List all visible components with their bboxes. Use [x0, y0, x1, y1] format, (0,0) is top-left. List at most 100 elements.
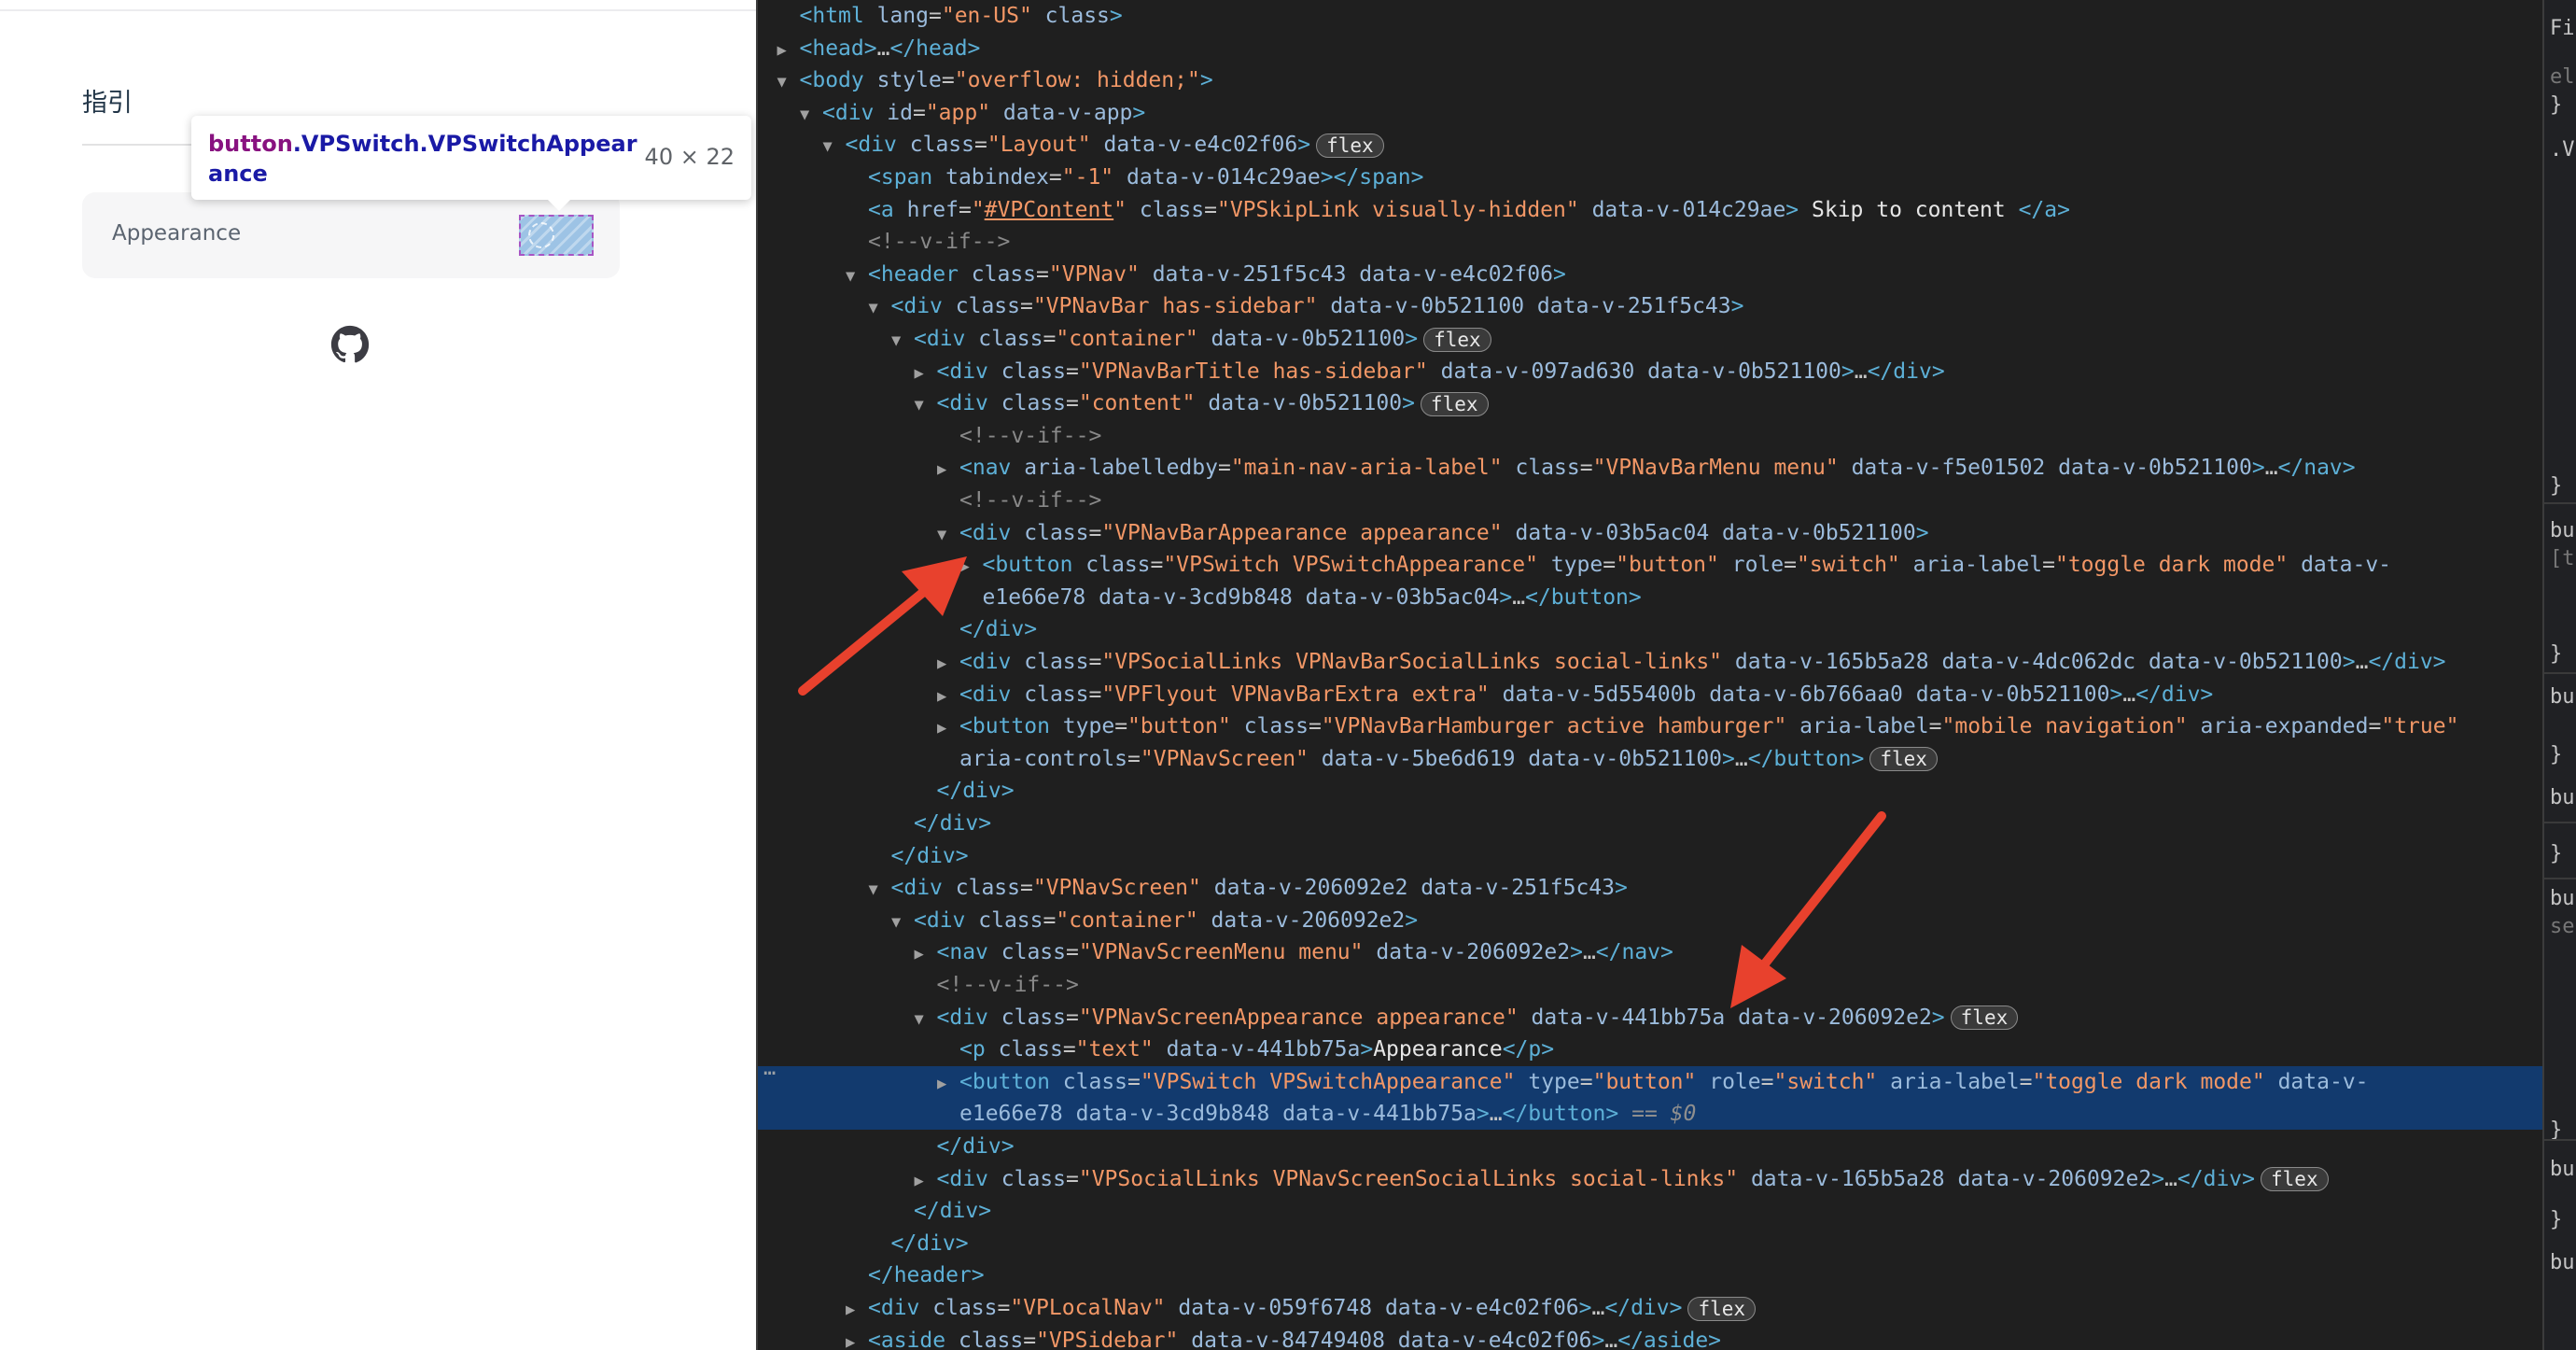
dom-node-markup: </div>: [959, 617, 1038, 642]
flex-badge[interactable]: flex: [2261, 1167, 2329, 1192]
dom-node-line[interactable]: </div>: [758, 1131, 1015, 1162]
dom-node-line[interactable]: ▼ <div class="VPNavScreen" data-v-206092e…: [758, 872, 1628, 904]
dom-node-line[interactable]: ▶ <div class="VPFlyout VPNavBarExtra extr…: [758, 679, 2213, 710]
styles-rule-fragment: bu: [2550, 519, 2575, 542]
dom-node-line-selected[interactable]: ▶ <button class="VPSwitch VPSwitchAppeara…: [758, 1065, 2542, 1100]
dom-node-line[interactable]: <span tabindex="-1" data-v-014c29ae></sp…: [758, 162, 1424, 193]
dom-node-line[interactable]: <a href="#VPContent" class="VPSkipLink v…: [758, 194, 2070, 226]
tooltip-selector: button.VPSwitch.VPSwitchAppearance: [208, 129, 647, 189]
dom-node-line[interactable]: ▶ <div class="VPSocialLinks VPNavScreenSo…: [758, 1163, 2329, 1195]
nav-top-border: [0, 9, 756, 11]
dom-node-markup: </header>: [868, 1263, 985, 1288]
dom-node-line[interactable]: </div>: [758, 775, 1015, 807]
dom-node-line[interactable]: aria-controls="VPNavScreen" data-v-5be6d…: [758, 743, 1938, 775]
flex-badge[interactable]: flex: [1687, 1296, 1757, 1321]
dom-node-line[interactable]: ▶ <div class="VPNavBarTitle has-sidebar" …: [758, 356, 1945, 387]
collapse-triangle-icon[interactable]: ▼: [915, 389, 937, 421]
expand-triangle-icon[interactable]: ▶: [937, 454, 959, 485]
dom-node-line[interactable]: <p class="text" data-v-441bb75a>Appearan…: [758, 1034, 1554, 1065]
dom-node-line[interactable]: ▶ <button class="VPSwitch VPSwitchAppeara…: [758, 549, 2392, 583]
expand-triangle-icon[interactable]: ▶: [937, 1068, 959, 1100]
collapse-triangle-icon[interactable]: ▼: [891, 907, 914, 938]
dom-node-line[interactable]: ▼ <div class="VPNavBar has-sidebar" data-…: [758, 290, 1744, 324]
styles-rule-fragment: bu: [2550, 1251, 2575, 1274]
dom-node-line[interactable]: ▼ <div class="VPNavScreenAppearance appea…: [758, 1002, 2019, 1035]
dom-node-line[interactable]: </header>: [758, 1259, 985, 1291]
dom-node-line[interactable]: ▶ <div class="VPSocialLinks VPNavBarSocia…: [758, 646, 2446, 678]
collapse-triangle-icon[interactable]: ▼: [777, 66, 800, 98]
dom-node-line[interactable]: <!--v-if-->: [758, 969, 1079, 1001]
collapse-triangle-icon[interactable]: ▼: [869, 874, 891, 906]
dom-node-line[interactable]: </div>: [758, 1228, 969, 1259]
node-options-icon[interactable]: …: [763, 1057, 776, 1080]
collapse-triangle-icon[interactable]: ▼: [891, 325, 914, 357]
dom-node-line-selected[interactable]: e1e66e78 data-v-3cd9b848 data-v-441bb75a…: [758, 1098, 2542, 1131]
flex-badge[interactable]: flex: [1316, 133, 1384, 158]
collapse-triangle-icon[interactable]: ▼: [800, 99, 822, 131]
dom-node-line[interactable]: ▼ <div class="VPNavBarAppearance appearan…: [758, 517, 1929, 549]
styles-rule-fragment: bu: [2550, 786, 2575, 809]
dom-node-line[interactable]: ▼ <div class="content" data-v-0b521100> fl…: [758, 387, 1489, 419]
dom-node-line[interactable]: ▼ <div id="app" data-v-app>: [758, 97, 1145, 129]
dom-node-line[interactable]: </div>: [758, 840, 969, 872]
expand-triangle-icon[interactable]: ▶: [846, 1294, 868, 1326]
expand-triangle-icon[interactable]: ▶: [915, 938, 937, 970]
appearance-switch-highlight[interactable]: [519, 215, 594, 256]
dom-node-markup: <button type="button" class="VPNavBarHam…: [959, 714, 2459, 739]
dom-node-line[interactable]: ▼ <header class="VPNav" data-v-251f5c43 d…: [758, 259, 1566, 290]
dom-node-line[interactable]: </div>: [758, 1195, 991, 1227]
dom-node-line[interactable]: ▶ <div class="VPLocalNav" data-v-059f6748…: [758, 1292, 1757, 1326]
dom-node-line[interactable]: <!--v-if-->: [758, 420, 1101, 452]
github-icon[interactable]: [330, 325, 370, 364]
dom-node-markup: <!--v-if-->: [959, 488, 1102, 513]
dom-node-markup: <body style="overflow: hidden;">: [799, 68, 1213, 93]
expand-triangle-icon[interactable]: ▶: [937, 712, 959, 744]
flex-badge[interactable]: flex: [1420, 391, 1489, 416]
dom-node-line[interactable]: e1e66e78 data-v-3cd9b848 data-v-03b5ac04…: [758, 582, 1642, 613]
dom-node-line[interactable]: ▶ <aside class="VPSidebar" data-v-8474940…: [758, 1325, 1721, 1350]
dom-node-line[interactable]: ▶ <nav class="VPNavScreenMenu menu" data-…: [758, 936, 1673, 968]
dom-node-line[interactable]: ▼ <div class="container" data-v-0b521100>…: [758, 323, 1491, 355]
dom-node-line[interactable]: <!--v-if-->: [758, 226, 1010, 258]
dom-node-line[interactable]: ▶ <button type="button" class="VPNavBarHa…: [758, 710, 2458, 742]
flex-badge[interactable]: flex: [1869, 747, 1938, 772]
dom-node-markup: </div>: [890, 843, 969, 868]
expand-triangle-icon[interactable]: ▶: [937, 648, 959, 680]
dom-node-markup: <p class="text" data-v-441bb75a>Appearan…: [959, 1037, 1555, 1062]
dom-node-markup: <div class="VPSocialLinks VPNavScreenSoc…: [936, 1166, 2256, 1191]
dom-node-line[interactable]: ▶ <nav aria-labelledby="main-nav-aria-lab…: [758, 452, 2356, 484]
dom-node-line[interactable]: ▶ <head>…</head>: [758, 33, 981, 66]
collapse-triangle-icon[interactable]: ▼: [915, 1004, 937, 1035]
styles-pane: Fi el} .V} bu [t} bu} bu} bu se} bu} bu: [2542, 0, 2576, 1350]
styles-rule-fragment: bu: [2550, 1158, 2575, 1181]
collapse-triangle-icon[interactable]: ▼: [937, 519, 959, 551]
expand-triangle-icon[interactable]: ▶: [915, 358, 937, 389]
nav-screen-menu-title[interactable]: 指引: [82, 82, 133, 119]
dom-node-line[interactable]: <!--v-if-->: [758, 485, 1101, 516]
dom-node-line[interactable]: ▼ <div class="Layout" data-v-e4c02f06> fle…: [758, 129, 1384, 161]
flex-badge[interactable]: flex: [1950, 1005, 2019, 1031]
flex-badge[interactable]: flex: [1423, 327, 1491, 352]
dom-node-line[interactable]: ▼ <body style="overflow: hidden;">: [758, 64, 1213, 96]
dom-node-line[interactable]: </div>: [758, 613, 1037, 645]
expand-triangle-icon[interactable]: ▶: [846, 1327, 868, 1350]
tooltip-size: 40 × 22: [644, 144, 735, 170]
styles-rule-fragment: [t: [2550, 547, 2575, 570]
expand-triangle-icon[interactable]: ▶: [915, 1165, 937, 1197]
dom-node-line[interactable]: <html lang="en-US" class>: [758, 0, 1123, 32]
collapse-triangle-icon[interactable]: ▼: [869, 292, 891, 324]
inspect-tooltip: button.VPSwitch.VPSwitchAppearance 40 × …: [191, 116, 751, 211]
expand-triangle-icon[interactable]: ▶: [937, 681, 959, 712]
dom-node-line[interactable]: ▼ <div class="container" data-v-206092e2>: [758, 905, 1418, 936]
expand-triangle-icon[interactable]: ▶: [960, 551, 983, 583]
collapse-triangle-icon[interactable]: ▼: [823, 131, 846, 162]
collapse-triangle-icon[interactable]: ▼: [846, 260, 868, 292]
dom-node-line[interactable]: </div>: [758, 808, 991, 839]
styles-rule-fragment: bu: [2550, 685, 2575, 709]
elements-tree[interactable]: <html lang="en-US" class> ▶ <head>…</head>…: [758, 0, 2542, 1350]
expand-triangle-icon[interactable]: ▶: [777, 35, 800, 66]
